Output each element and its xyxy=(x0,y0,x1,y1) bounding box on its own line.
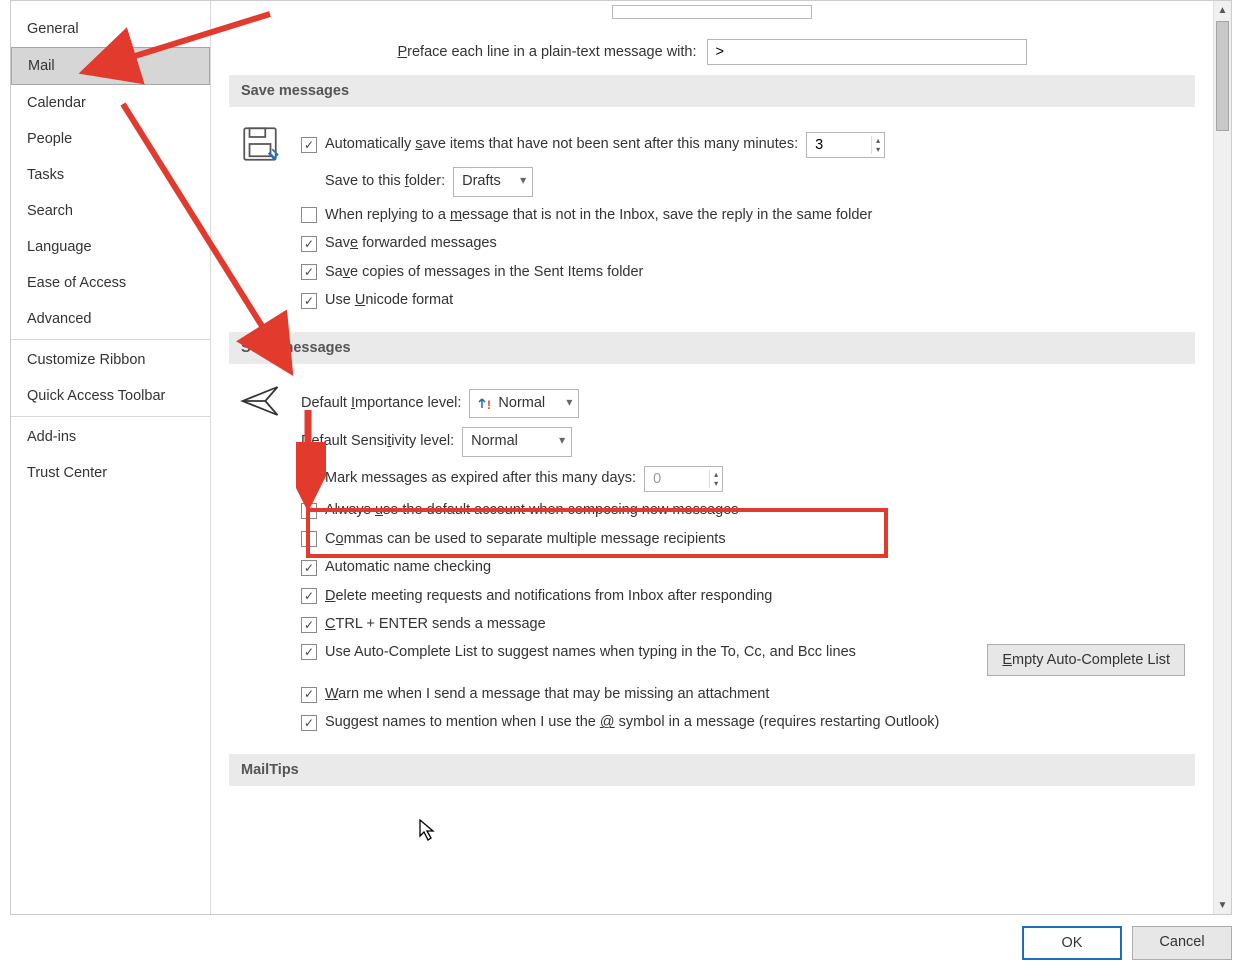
sidebar-item-tasks[interactable]: Tasks xyxy=(11,157,210,193)
importance-icon: ! xyxy=(478,397,494,411)
ok-button[interactable]: OK xyxy=(1022,926,1122,960)
sidebar-item-ease-of-access[interactable]: Ease of Access xyxy=(11,265,210,301)
ctrl-enter-label: CTRL + ENTER sends a message xyxy=(325,615,546,635)
checkbox-delete-meeting[interactable] xyxy=(301,588,317,604)
svg-text:!: ! xyxy=(487,398,491,411)
importance-select[interactable]: ! Normal xyxy=(469,389,579,419)
scrollbar-thumb[interactable] xyxy=(1216,21,1229,131)
section-send-messages: Default Importance level: ! Normal Defau… xyxy=(229,372,1195,744)
save-forwarded-label: Save forwarded messages xyxy=(325,234,497,254)
sidebar-item-add-ins[interactable]: Add-ins xyxy=(11,419,210,455)
sidebar-item-advanced[interactable]: Advanced xyxy=(11,301,210,337)
spin-down-icon[interactable]: ▾ xyxy=(872,145,884,154)
expire-days-spinner[interactable]: ▴▾ xyxy=(644,466,723,492)
checkbox-ctrl-enter[interactable] xyxy=(301,617,317,633)
auto-save-minutes-spinner[interactable]: ▴▾ xyxy=(806,132,885,158)
checkbox-use-autocomplete[interactable] xyxy=(301,644,317,660)
delete-meeting-label: Delete meeting requests and notification… xyxy=(325,587,772,607)
checkbox-warn-attachment[interactable] xyxy=(301,687,317,703)
mark-expired-label: Mark messages as expired after this many… xyxy=(325,469,636,489)
reply-same-folder-label: When replying to a message that is not i… xyxy=(325,206,872,226)
sidebar-item-quick-access-toolbar[interactable]: Quick Access Toolbar xyxy=(11,378,210,414)
use-unicode-label: Use Unicode format xyxy=(325,291,453,311)
content-area: Preface each line in a plain-text messag… xyxy=(211,1,1231,914)
save-icon xyxy=(239,123,283,320)
truncated-button xyxy=(612,5,812,19)
checkbox-save-forwarded[interactable] xyxy=(301,236,317,252)
cancel-button[interactable]: Cancel xyxy=(1132,926,1232,960)
checkbox-mark-expired[interactable] xyxy=(301,471,317,487)
sidebar-item-language[interactable]: Language xyxy=(11,229,210,265)
checkbox-suggest-mentions[interactable] xyxy=(301,715,317,731)
importance-label: Default Importance level: xyxy=(301,394,461,414)
preface-label: Preface each line in a plain-text messag… xyxy=(397,44,696,60)
sensitivity-select[interactable]: Normal xyxy=(462,427,572,457)
checkbox-always-default-account[interactable] xyxy=(301,503,317,519)
section-send-messages-header: Send messages xyxy=(229,332,1195,364)
sidebar-separator xyxy=(11,416,210,417)
dialog-footer: OK Cancel xyxy=(1022,926,1232,960)
scroll-up-icon[interactable]: ▲ xyxy=(1214,1,1231,19)
auto-name-check-label: Automatic name checking xyxy=(325,558,491,578)
spin-up-icon[interactable]: ▴ xyxy=(710,470,722,479)
save-to-folder-select[interactable]: Drafts xyxy=(453,167,533,197)
preface-input[interactable] xyxy=(707,39,1027,65)
scrollable-options: Preface each line in a plain-text messag… xyxy=(211,1,1213,914)
checkbox-use-unicode[interactable] xyxy=(301,293,317,309)
warn-attachment-label: Warn me when I send a message that may b… xyxy=(325,685,769,705)
vertical-scrollbar[interactable]: ▲ ▼ xyxy=(1213,1,1231,914)
section-mailtips-header: MailTips xyxy=(229,754,1195,786)
always-default-account-label: Always use the default account when comp… xyxy=(325,501,739,521)
sidebar-item-customize-ribbon[interactable]: Customize Ribbon xyxy=(11,342,210,378)
options-dialog: General Mail Calendar People Tasks Searc… xyxy=(10,0,1232,915)
checkbox-save-sent[interactable] xyxy=(301,264,317,280)
sidebar-separator xyxy=(11,339,210,340)
sensitivity-label: Default Sensitivity level: xyxy=(301,432,454,452)
checkbox-auto-name-check[interactable] xyxy=(301,560,317,576)
sidebar-item-mail[interactable]: Mail xyxy=(11,47,210,85)
scroll-down-icon[interactable]: ▼ xyxy=(1214,896,1231,914)
send-icon xyxy=(239,380,283,742)
auto-save-label: Automatically save items that have not b… xyxy=(325,135,798,155)
sidebar-item-people[interactable]: People xyxy=(11,121,210,157)
sidebar-item-search[interactable]: Search xyxy=(11,193,210,229)
suggest-mentions-label: Suggest names to mention when I use the … xyxy=(325,713,939,733)
save-to-folder-label: Save to this folder: xyxy=(325,172,445,192)
spin-down-icon[interactable]: ▾ xyxy=(710,479,722,488)
spin-up-icon[interactable]: ▴ xyxy=(872,136,884,145)
use-autocomplete-label: Use Auto-Complete List to suggest names … xyxy=(325,644,856,660)
save-sent-label: Save copies of messages in the Sent Item… xyxy=(325,263,643,283)
auto-save-minutes-input[interactable] xyxy=(807,133,871,157)
checkbox-commas-separate[interactable] xyxy=(301,531,317,547)
empty-autocomplete-button[interactable]: Empty Auto-Complete List xyxy=(987,644,1185,676)
checkbox-auto-save[interactable] xyxy=(301,137,317,153)
preface-row: Preface each line in a plain-text messag… xyxy=(229,39,1195,65)
sidebar-item-general[interactable]: General xyxy=(11,11,210,47)
section-save-messages-header: Save messages xyxy=(229,75,1195,107)
sidebar-item-calendar[interactable]: Calendar xyxy=(11,85,210,121)
options-sidebar: General Mail Calendar People Tasks Searc… xyxy=(11,1,211,914)
expire-days-input[interactable] xyxy=(645,467,709,491)
checkbox-reply-same-folder[interactable] xyxy=(301,207,317,223)
commas-separate-label: Commas can be used to separate multiple … xyxy=(325,530,726,550)
section-save-messages: Automatically save items that have not b… xyxy=(229,115,1195,322)
sidebar-item-trust-center[interactable]: Trust Center xyxy=(11,455,210,491)
